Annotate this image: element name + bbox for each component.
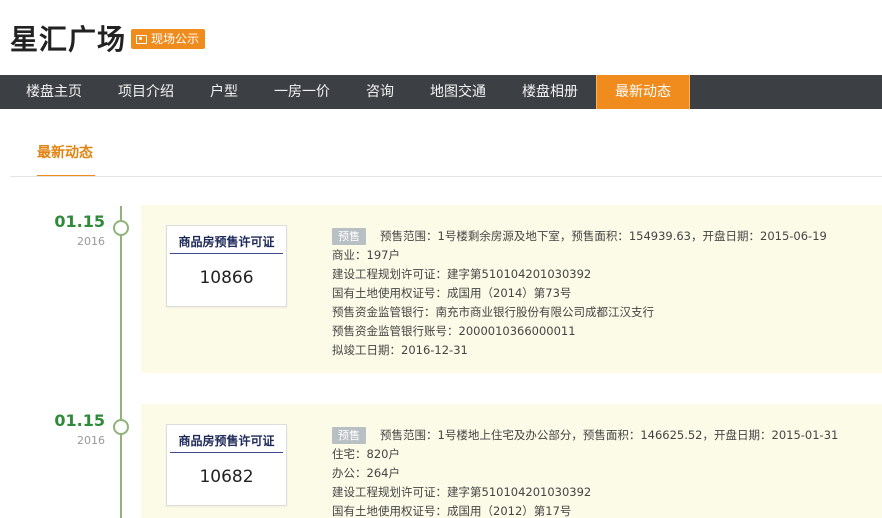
presale-tag: 预售 xyxy=(332,427,366,444)
detail-line: 办公：264户 xyxy=(332,466,400,480)
nav-item-home[interactable]: 楼盘主页 xyxy=(8,75,100,109)
entry-date: 01.15 2016 xyxy=(35,212,105,248)
permit-number: 10682 xyxy=(199,467,254,487)
nav-item-floor-plans[interactable]: 户型 xyxy=(192,75,256,109)
permit-divider xyxy=(170,452,283,453)
timeline-dot xyxy=(113,419,129,435)
detail-line: 国有土地使用权证号：成国用（2012）第17号 xyxy=(332,504,572,518)
timeline-dot xyxy=(113,220,129,236)
presale-range-line: 预售 预售范围：1号楼地上住宅及办公部分，预售面积：146625.52，开盘日期：… xyxy=(332,426,877,445)
presale-range-text: 预售范围：1号楼剩余房源及地下室，预售面积：154939.63，开盘日期：201… xyxy=(380,229,827,243)
entry-date-year: 2016 xyxy=(77,235,105,248)
presale-permit-card[interactable]: 商品房预售许可证 10866 xyxy=(166,225,287,307)
section-divider xyxy=(10,176,882,177)
entry-date: 01.15 2016 xyxy=(35,411,105,447)
permit-title: 商品房预售许可证 xyxy=(178,434,275,448)
detail-line: 住宅：820户 xyxy=(332,447,400,461)
entry-date-day: 01.15 xyxy=(54,411,105,430)
detail-line: 拟竣工日期：2016-12-31 xyxy=(332,343,468,357)
nav-item-unit-prices[interactable]: 一房一价 xyxy=(256,75,348,109)
detail-line: 预售资金监管银行账号：2000010366000011 xyxy=(332,324,576,338)
site-header: 星汇广场 现场公示 xyxy=(0,0,882,75)
detail-line: 建设工程规划许可证：建字第510104201030392 xyxy=(332,485,592,499)
onsite-notice-badge[interactable]: 现场公示 xyxy=(131,29,206,49)
presale-range-line: 预售 预售范围：1号楼剩余房源及地下室，预售面积：154939.63，开盘日期：2… xyxy=(332,227,877,246)
camera-icon xyxy=(136,34,147,44)
detail-line: 建设工程规划许可证：建字第510104201030392 xyxy=(332,267,592,281)
onsite-notice-label: 现场公示 xyxy=(151,32,200,46)
entry-details: 预售 预售范围：1号楼剩余房源及地下室，预售面积：154939.63，开盘日期：2… xyxy=(332,227,877,360)
detail-line: 预售资金监管银行：南充市商业银行股份有限公司成都江汉支行 xyxy=(332,305,654,319)
tab-latest-news[interactable]: 最新动态 xyxy=(37,142,93,162)
presale-permit-card[interactable]: 商品房预售许可证 10682 xyxy=(166,424,287,506)
nav-item-consult[interactable]: 咨询 xyxy=(348,75,412,109)
main-nav: 楼盘主页 项目介绍 户型 一房一价 咨询 地图交通 楼盘相册 最新动态 xyxy=(0,75,882,109)
entry-date-day: 01.15 xyxy=(54,212,105,231)
timeline-line xyxy=(120,206,122,518)
detail-line: 国有土地使用权证号：成国用（2014）第73号 xyxy=(332,286,572,300)
permit-divider xyxy=(170,253,283,254)
detail-line: 商业：197户 xyxy=(332,248,400,262)
permit-number: 10866 xyxy=(199,268,254,288)
nav-item-map-transport[interactable]: 地图交通 xyxy=(412,75,504,109)
page-title: 星汇广场 xyxy=(10,23,127,56)
presale-tag: 预售 xyxy=(332,228,366,245)
timeline-entry: 商品房预售许可证 10682 预售 预售范围：1号楼地上住宅及办公部分，预售面积：… xyxy=(141,404,882,518)
nav-item-latest-news[interactable]: 最新动态 xyxy=(596,75,690,109)
entry-details: 预售 预售范围：1号楼地上住宅及办公部分，预售面积：146625.52，开盘日期：… xyxy=(332,426,877,518)
permit-title: 商品房预售许可证 xyxy=(178,235,275,249)
presale-range-text: 预售范围：1号楼地上住宅及办公部分，预售面积：146625.52，开盘日期：20… xyxy=(380,428,839,442)
entry-date-year: 2016 xyxy=(77,434,105,447)
nav-item-album[interactable]: 楼盘相册 xyxy=(504,75,596,109)
timeline-entry: 商品房预售许可证 10866 预售 预售范围：1号楼剩余房源及地下室，预售面积：1… xyxy=(141,205,882,373)
nav-item-project-intro[interactable]: 项目介绍 xyxy=(100,75,192,109)
